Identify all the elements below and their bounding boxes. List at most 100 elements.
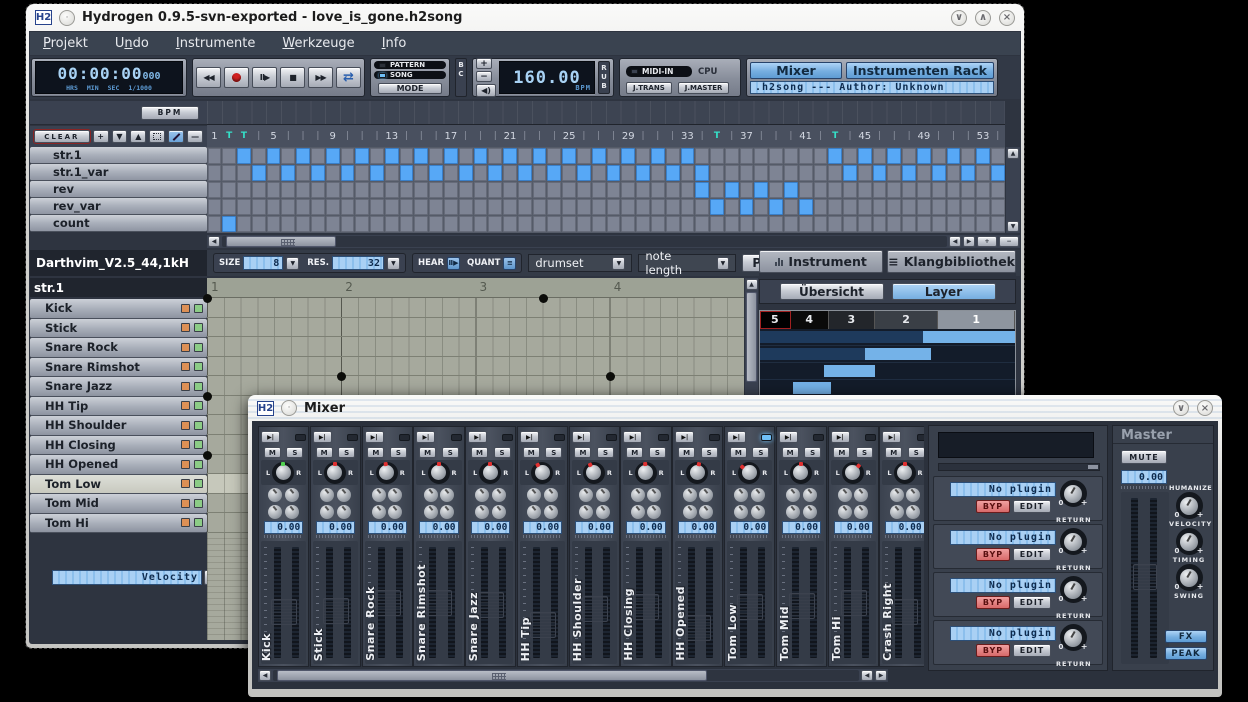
song-cell[interactable] (237, 148, 251, 164)
instrument-solo-dot[interactable] (194, 479, 203, 488)
input-mode-dropdown[interactable]: drumset ▼ (528, 254, 632, 272)
beat-counter-label[interactable]: BC (455, 58, 467, 97)
trigger-sample-button[interactable]: ▶| (623, 431, 642, 443)
strip-solo-button[interactable]: S (804, 447, 821, 458)
song-cell[interactable] (961, 216, 975, 232)
pan-knob[interactable]: L R (416, 460, 461, 485)
song-cell[interactable] (208, 148, 222, 164)
mixer-window-menu-button[interactable]: · (281, 400, 297, 416)
timeline-position-26[interactable]: | (577, 131, 592, 141)
song-cell[interactable] (503, 216, 517, 232)
song-cell[interactable] (784, 165, 798, 181)
song-cell[interactable] (518, 182, 532, 198)
timeline-position-7[interactable]: | (296, 131, 311, 141)
fx-send-knob-4[interactable] (854, 505, 868, 519)
pan-knob[interactable]: L R (727, 460, 772, 485)
fx-edit-button[interactable]: EDIT (1013, 596, 1051, 609)
layer-header-cell[interactable]: 3 (829, 311, 875, 329)
trigger-sample-button[interactable]: ▶| (365, 431, 384, 443)
song-cell[interactable] (518, 148, 532, 164)
timeline-position-34[interactable]: | (695, 131, 710, 141)
song-cell[interactable] (991, 165, 1005, 181)
song-cell[interactable] (932, 199, 946, 215)
volume-fader[interactable]: Crash Right (882, 541, 924, 664)
volume-fader[interactable]: Tom Low (727, 541, 772, 664)
song-cell[interactable] (385, 199, 399, 215)
fx-send-knob-2[interactable] (854, 488, 868, 502)
strip-solo-button[interactable]: S (701, 447, 718, 458)
song-cell[interactable] (873, 148, 887, 164)
strip-solo-button[interactable]: S (597, 447, 614, 458)
song-cell[interactable] (414, 216, 428, 232)
song-cell[interactable] (887, 182, 901, 198)
mixer-toggle-button[interactable]: Mixer (750, 62, 842, 79)
song-cell[interactable] (488, 148, 502, 164)
bpm-minus-button[interactable]: − (476, 71, 492, 82)
song-cell[interactable] (843, 182, 857, 198)
close-icon[interactable]: × (999, 10, 1015, 26)
volume-fader[interactable]: HH Opened (675, 541, 720, 664)
song-cell[interactable] (828, 148, 842, 164)
song-cell[interactable] (355, 148, 369, 164)
master-peak-button[interactable]: PEAK (1165, 647, 1207, 660)
timeline-position-51[interactable]: | (946, 131, 961, 141)
song-cell[interactable] (326, 148, 340, 164)
instrument-row[interactable]: Tom Mid (30, 494, 207, 514)
song-cell[interactable] (547, 199, 561, 215)
master-fx-button[interactable]: FX (1165, 630, 1207, 643)
timeline-position-47[interactable]: | (887, 131, 902, 141)
note-property-dropdown[interactable]: note length ▼ (638, 254, 736, 272)
song-cell[interactable] (503, 199, 517, 215)
song-cell[interactable] (341, 148, 355, 164)
instrument-solo-dot[interactable] (194, 343, 203, 352)
trigger-sample-button[interactable]: ▶| (675, 431, 694, 443)
song-cell[interactable] (370, 165, 384, 181)
timeline-position-50[interactable]: | (931, 131, 946, 141)
instrument-row[interactable]: Tom Low (30, 475, 207, 495)
timeline-position-40[interactable]: | (783, 131, 798, 141)
song-cell[interactable] (799, 148, 813, 164)
play-pause-button[interactable]: Ⅱ▶ (252, 67, 277, 88)
song-cell[interactable] (902, 148, 916, 164)
song-cell[interactable] (533, 182, 547, 198)
song-cell[interactable] (459, 199, 473, 215)
song-cell[interactable] (947, 216, 961, 232)
record-button[interactable] (224, 67, 249, 88)
song-cell[interactable] (577, 199, 591, 215)
song-cell[interactable] (208, 182, 222, 198)
instrument-mute-dot[interactable] (181, 499, 190, 508)
note-row[interactable] (207, 337, 744, 357)
timeline-position-39[interactable]: | (769, 131, 784, 141)
menu-item-projekt[interactable]: Projekt (43, 36, 88, 51)
song-cell[interactable] (932, 148, 946, 164)
song-cell[interactable] (740, 165, 754, 181)
strip-mute-button[interactable]: M (626, 447, 643, 458)
mode-switch-button[interactable]: MODE (378, 83, 442, 94)
song-cell[interactable] (577, 216, 591, 232)
menu-item-werkzeuge[interactable]: Werkzeuge (282, 36, 354, 51)
song-cell[interactable] (681, 199, 695, 215)
note-row[interactable] (207, 357, 744, 377)
instrument-mute-dot[interactable] (181, 479, 190, 488)
song-cell[interactable] (651, 199, 665, 215)
song-cell[interactable] (488, 199, 502, 215)
song-cell[interactable] (488, 216, 502, 232)
size-dropdown-icon[interactable]: ▼ (286, 257, 299, 270)
song-cell[interactable] (695, 216, 709, 232)
song-cell[interactable] (681, 182, 695, 198)
instrument-solo-dot[interactable] (194, 440, 203, 449)
timeline-position-16[interactable]: | (429, 131, 444, 141)
note-dot[interactable] (539, 294, 548, 303)
mixer-scrollbar[interactable]: ◀ ◀ ▶ (258, 669, 888, 682)
song-vertical-scrollbar[interactable]: ▲ ▼ (1006, 147, 1020, 233)
pattern-scroll-up-icon[interactable]: ▲ (746, 279, 758, 290)
song-cell[interactable] (503, 148, 517, 164)
song-cell[interactable] (459, 182, 473, 198)
song-cell[interactable] (976, 199, 990, 215)
song-cell[interactable] (547, 182, 561, 198)
layer-header-cell[interactable]: 4 (791, 311, 829, 329)
fx-send-knob-2[interactable] (388, 488, 402, 502)
song-cell[interactable] (400, 216, 414, 232)
song-cell[interactable] (503, 182, 517, 198)
pattern-row[interactable]: str.1_var (30, 164, 207, 181)
